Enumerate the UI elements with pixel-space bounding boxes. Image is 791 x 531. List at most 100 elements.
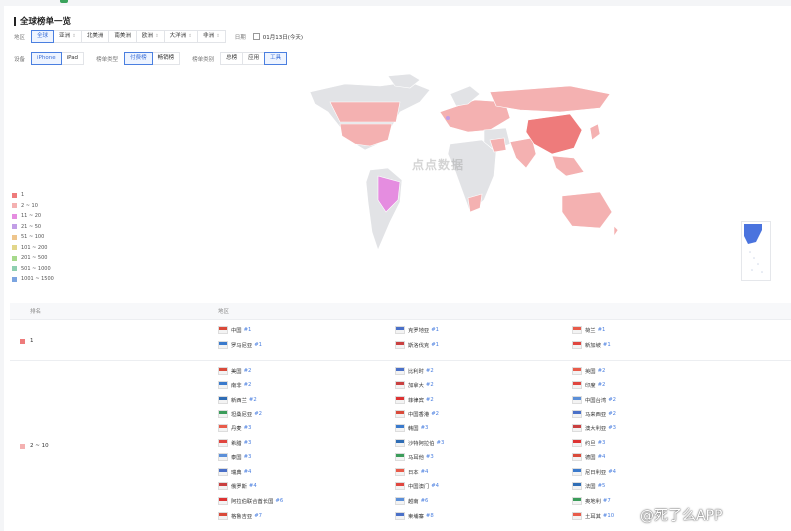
device-button-iphone[interactable]: iPhone <box>31 52 62 65</box>
legend-item[interactable]: 501 ~ 1000 <box>12 264 54 275</box>
legend-item[interactable]: 11 ~ 20 <box>12 211 54 222</box>
country-entry[interactable]: 瑞典 #4 <box>218 468 251 476</box>
region-button-1[interactable]: 亚洲 ⇕ <box>53 30 82 43</box>
map-region-japan <box>589 123 601 141</box>
country-entry[interactable]: 越南 #6 <box>395 497 428 505</box>
country-name: 阿拉伯联合酋长国 <box>231 499 274 505</box>
legend-item[interactable]: 2 ~ 10 <box>12 201 54 212</box>
category-button-overall[interactable]: 总榜 <box>220 52 244 65</box>
country-entry[interactable]: 坦桑尼亚 #2 <box>218 410 262 418</box>
category-button-tools[interactable]: 工具 <box>264 52 288 65</box>
dropdown-caret-icon: ⇕ <box>188 34 192 39</box>
category-button-group: 总榜 应用 工具 <box>220 52 288 65</box>
rank-range-text: 2 ~ 10 <box>30 443 49 449</box>
country-name: 罗马尼亚 <box>231 343 253 349</box>
map-region-india <box>509 137 537 169</box>
country-entry[interactable]: 泰国 #3 <box>218 453 251 461</box>
legend-swatch <box>12 245 17 251</box>
country-rank: #4 <box>420 469 429 475</box>
country-entry[interactable]: 沙特阿拉伯 #3 <box>395 439 444 447</box>
country-rank: #7 <box>602 498 611 504</box>
region-button-5[interactable]: 大洋洲 ⇕ <box>163 30 198 43</box>
country-entry[interactable]: 南非 #2 <box>218 381 251 389</box>
region-button-0[interactable]: 全球 <box>31 30 55 43</box>
country-entry[interactable]: 克罗地亚 #1 <box>395 326 439 334</box>
country-entry[interactable]: 约旦 #3 <box>572 439 605 447</box>
region-button-3[interactable]: 南美洲 <box>108 30 137 43</box>
country-rank: #1 <box>431 327 440 333</box>
country-entry[interactable]: 中国澳门 #4 <box>395 482 439 490</box>
legend-swatch <box>12 276 17 282</box>
country-entry[interactable]: 比利时 #2 <box>395 367 434 375</box>
country-entry[interactable]: 中国香港 #2 <box>395 410 439 418</box>
list-type-button-paid[interactable]: 付费榜 <box>124 52 153 65</box>
country-entry[interactable]: 马耳他 #3 <box>395 453 434 461</box>
country-entry[interactable]: 日本 #4 <box>395 468 428 476</box>
country-entry[interactable]: 加拿大 #2 <box>395 381 434 389</box>
country-entry[interactable]: 澳大利亚 #3 <box>572 424 616 432</box>
country-entry[interactable]: 丹麦 #3 <box>218 424 251 432</box>
country-entry[interactable]: 马来西亚 #2 <box>572 410 616 418</box>
country-name: 柬埔寨 <box>408 514 424 520</box>
country-flag-icon <box>218 396 228 404</box>
country-rank: #2 <box>425 382 434 388</box>
country-entry[interactable]: 阿拉伯联合酋长国 #6 <box>218 497 283 505</box>
country-entry[interactable]: 罗马尼亚 #1 <box>218 341 262 349</box>
country-entry[interactable]: 希腊 #3 <box>218 439 251 447</box>
country-name: 越南 <box>408 499 419 505</box>
country-entry[interactable]: 美国 #2 <box>218 367 251 375</box>
country-name: 泰国 <box>231 455 242 461</box>
map-watermark: 点点数据 <box>412 158 465 172</box>
device-button-ipad[interactable]: iPad <box>60 52 85 65</box>
list-type-button-grossing[interactable]: 畅销榜 <box>151 52 181 65</box>
category-label: 榜单类别 <box>192 56 215 63</box>
map-region-new-zealand <box>613 225 619 237</box>
country-entry[interactable]: 菲律宾 #2 <box>395 396 434 404</box>
country-entry[interactable]: 柬埔寨 #8 <box>395 512 434 520</box>
legend-item[interactable]: 1 <box>12 190 54 201</box>
country-name: 日本 <box>408 470 419 476</box>
country-entry[interactable]: 法国 #5 <box>572 482 605 490</box>
country-entry[interactable]: 韩国 #3 <box>395 424 428 432</box>
country-entry[interactable]: 新加坡 #1 <box>572 341 611 349</box>
rank-color-swatch <box>20 443 25 449</box>
map-region-australia <box>561 191 613 229</box>
country-entry[interactable]: 俄罗斯 #4 <box>218 482 257 490</box>
country-name: 新西兰 <box>231 398 247 404</box>
region-button-2[interactable]: 北美洲 <box>80 30 110 43</box>
country-entry[interactable]: 格鲁吉亚 #7 <box>218 512 262 520</box>
country-rank: #6 <box>420 498 429 504</box>
legend-label: 1001 ~ 1500 <box>21 276 54 283</box>
country-rank: #4 <box>608 469 617 475</box>
legend-item[interactable]: 101 ~ 200 <box>12 243 54 254</box>
country-entry[interactable]: 荷兰 #1 <box>572 326 605 334</box>
country-entry[interactable]: 奥地利 #7 <box>572 497 611 505</box>
country-entry[interactable]: 德国 #4 <box>572 453 605 461</box>
date-picker[interactable]: 01月13日(今天) <box>252 33 304 41</box>
country-entry[interactable]: 中国台湾 #2 <box>572 396 616 404</box>
country-name: 韩国 <box>408 426 419 432</box>
country-entry[interactable]: 中国 #1 <box>218 326 251 334</box>
country-rank: #2 <box>608 397 617 403</box>
category-button-apps[interactable]: 应用 <box>242 52 266 65</box>
country-flag-icon <box>572 326 582 334</box>
country-flag-icon <box>395 497 405 505</box>
region-button-label: 北美洲 <box>86 33 104 39</box>
country-entry[interactable]: 尼日利亚 #4 <box>572 468 616 476</box>
country-entry[interactable]: 英国 #2 <box>572 367 605 375</box>
legend-item[interactable]: 21 ~ 50 <box>12 222 54 233</box>
country-entry[interactable]: 斯洛伐克 #1 <box>395 341 439 349</box>
region-button-6[interactable]: 非洲 ⇕ <box>196 30 226 43</box>
country-entry[interactable]: 土耳其 #10 <box>572 512 614 520</box>
legend-item[interactable]: 201 ~ 500 <box>12 253 54 264</box>
legend-item[interactable]: 51 ~ 100 <box>12 232 54 243</box>
country-name: 瑞典 <box>231 470 242 476</box>
country-name: 马来西亚 <box>585 412 607 418</box>
date-value: 01月13日(今天) <box>262 34 304 41</box>
country-entry[interactable]: 印度 #2 <box>572 381 605 389</box>
country-rank: #3 <box>597 440 606 446</box>
country-rank: #1 <box>597 327 606 333</box>
region-button-4[interactable]: 欧洲 ⇕ <box>135 30 165 43</box>
country-entry[interactable]: 新西兰 #2 <box>218 396 257 404</box>
legend-item[interactable]: 1001 ~ 1500 <box>12 274 54 285</box>
